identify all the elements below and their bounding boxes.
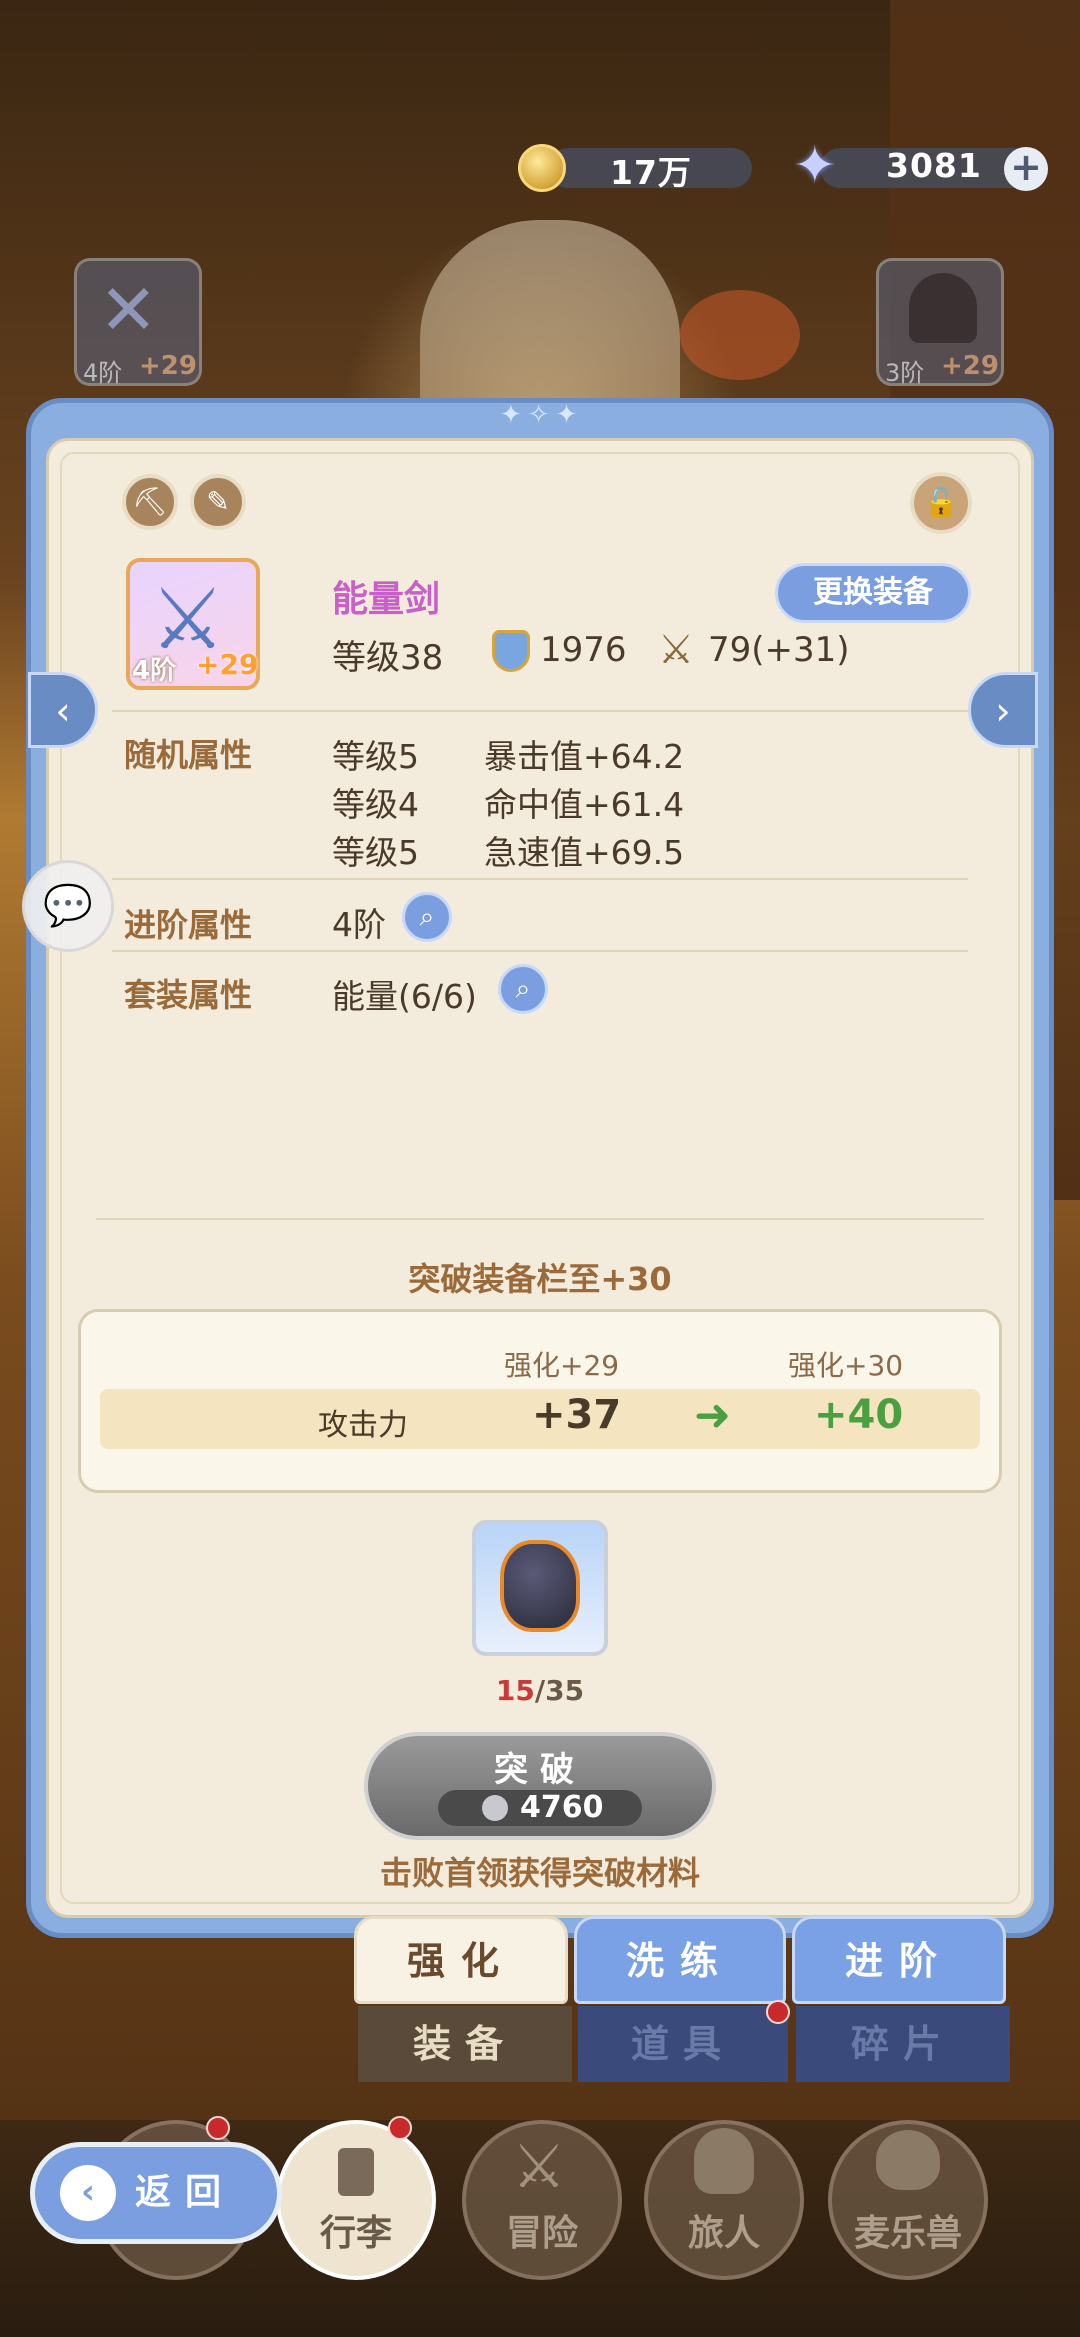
breakthrough-button-label: 突破: [494, 1750, 586, 1790]
gem-amount: 3081: [886, 146, 982, 185]
currency-icon: [482, 1795, 508, 1821]
notification-dot: [206, 2116, 230, 2140]
coin-icon: [518, 144, 566, 192]
luggage-icon: [338, 2148, 374, 2196]
advance-attr-label: 进阶属性: [124, 906, 253, 944]
chat-icon[interactable]: 💬: [22, 860, 114, 952]
side-slot-tier: 4阶: [83, 359, 123, 387]
divider: [112, 950, 968, 952]
helmet-icon: [909, 273, 977, 343]
compare-stat-label: 攻击力: [318, 1408, 408, 1443]
pickaxe-icon[interactable]: ⛏: [122, 474, 178, 530]
tab-enhance[interactable]: 强化: [354, 1916, 568, 2004]
material-count: 15/35: [0, 1674, 1080, 1707]
nav-pets-label: 麦乐兽: [853, 2213, 962, 2254]
tab-equipment[interactable]: 装备: [358, 2006, 572, 2082]
pet-figure: [680, 290, 800, 380]
gem-icon: ✦: [793, 136, 837, 196]
tab-advance[interactable]: 进阶: [792, 1916, 1006, 2004]
compare-head-new: 强化+30: [788, 1349, 904, 1382]
item-enhance-level: +29: [196, 648, 259, 681]
random-attr-value: 命中值+61.4: [484, 785, 685, 824]
zoom-set-button[interactable]: ⌕: [498, 964, 548, 1014]
side-slot-plus: +29: [139, 351, 197, 381]
item-attack: 79(+31): [708, 630, 850, 670]
nav-luggage-label: 行李: [319, 2213, 392, 2254]
lock-icon[interactable]: 🔓: [910, 472, 972, 534]
compare-old-value: +37: [532, 1392, 622, 1438]
nav-travelers-label: 旅人: [687, 2213, 760, 2254]
pet-icon: [876, 2130, 940, 2190]
notification-dot: [766, 2000, 790, 2024]
random-attr-level: 等级5: [332, 737, 419, 776]
sword-icon: ✕: [99, 269, 158, 351]
panel-crest: ✦✧✦: [500, 400, 584, 430]
side-slot-plus: +29: [941, 351, 999, 381]
divider: [112, 710, 968, 712]
compare-new-value: +40: [814, 1392, 904, 1438]
side-slot-right[interactable]: 3阶 +29: [876, 258, 1004, 387]
add-gems-button[interactable]: +: [1004, 147, 1048, 191]
random-attr-value: 暴击值+64.2: [484, 737, 685, 776]
random-attr-level: 等级5: [332, 833, 419, 872]
arrow-right-icon: ➜: [694, 1390, 731, 1441]
crossed-swords-icon: ⚔: [512, 2132, 566, 2202]
set-attr-value: 能量(6/6): [332, 977, 477, 1016]
crossed-swords-icon: ⚔: [658, 627, 694, 673]
breakthrough-title: 突破装备栏至+30: [408, 1260, 672, 1298]
item-defense: 1976: [540, 630, 627, 670]
random-attr-label: 随机属性: [124, 736, 253, 774]
item-level: 等级38: [332, 638, 444, 678]
item-tier: 4阶: [132, 656, 177, 686]
item-name: 能量剑: [332, 579, 441, 620]
divider: [112, 878, 968, 880]
random-attr-level: 等级4: [332, 785, 419, 824]
zoom-advance-button[interactable]: ⌕: [402, 892, 452, 942]
material-have: 15: [495, 1674, 535, 1707]
ore-icon: [500, 1540, 580, 1632]
compare-head-old: 强化+29: [504, 1349, 620, 1382]
tab-items[interactable]: 道具: [578, 2006, 788, 2082]
back-arrow-icon: ‹: [60, 2165, 116, 2221]
breakthrough-cost: 4760: [520, 1790, 604, 1825]
advance-attr-value: 4阶: [332, 905, 386, 944]
next-item-arrow[interactable]: ›: [968, 672, 1038, 748]
side-slot-tier: 3阶: [885, 359, 925, 387]
coin-amount: 17万: [610, 153, 692, 192]
notification-dot: [388, 2116, 412, 2140]
set-attr-label: 套装属性: [124, 976, 253, 1014]
divider: [96, 1218, 984, 1220]
random-attr-value: 急速值+69.5: [484, 833, 685, 872]
swap-equipment-button[interactable]: 更换装备: [775, 563, 971, 623]
side-slot-left[interactable]: ✕ 4阶 +29: [74, 258, 202, 387]
dagger-icon[interactable]: ✎: [190, 474, 246, 530]
traveler-icon: [694, 2128, 754, 2194]
nav-luggage[interactable]: [276, 2120, 436, 2280]
tab-refine[interactable]: 洗练: [574, 1916, 786, 2004]
shield-icon: [492, 630, 530, 672]
breakthrough-hint: 击败首领获得突破材料: [379, 1854, 700, 1892]
tab-fragments[interactable]: 碎片: [796, 2006, 1010, 2082]
nav-adventure-label: 冒险: [505, 2213, 578, 2254]
material-need: /35: [534, 1674, 585, 1707]
